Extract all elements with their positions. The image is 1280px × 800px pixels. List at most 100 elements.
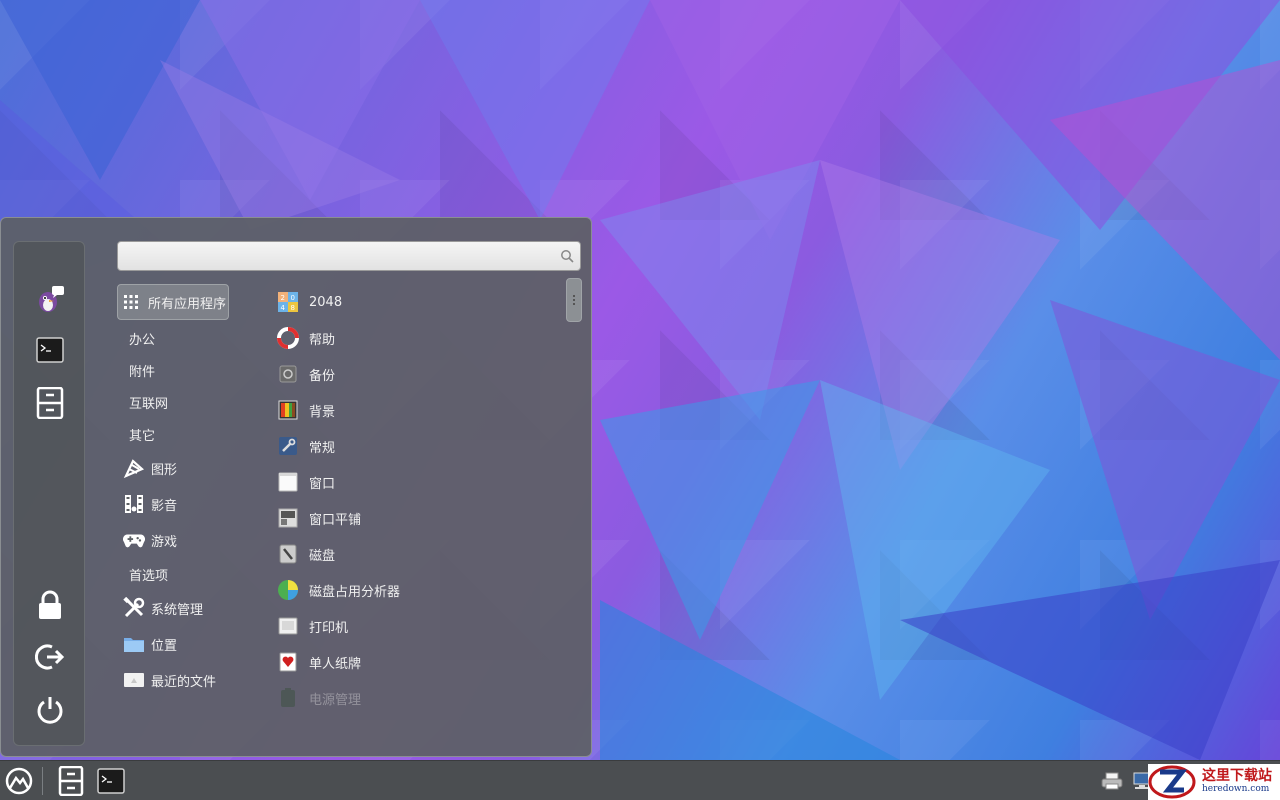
app-label: 备份 <box>309 368 336 384</box>
category-label: 其它 <box>129 428 156 444</box>
app-label: 背景 <box>309 404 336 420</box>
taskbar-terminal-button[interactable] <box>95 765 127 797</box>
application-menu: 所有应用程序 办公 附件 互联网 其它 图形 影音 游戏 首选项 系统管理 位置… <box>0 217 592 757</box>
recent-files-icon <box>123 669 145 691</box>
menu-button[interactable] <box>3 765 35 797</box>
app-list-scrollbar[interactable] <box>566 278 582 322</box>
category-games[interactable]: 游戏 <box>117 522 267 558</box>
printer-icon <box>1101 772 1123 790</box>
application-list: 2 0 4 8 2048 帮助 备份 背景 常规 窗口 窗口平铺 磁盘 磁盘占用… <box>271 284 561 716</box>
graphics-icon <box>123 457 145 479</box>
svg-text:2: 2 <box>281 294 285 302</box>
logout-icon[interactable] <box>32 639 68 675</box>
scrollbar-grip-icon <box>573 295 575 305</box>
app-label: 单人纸牌 <box>309 656 362 672</box>
category-preferences[interactable]: 首选项 <box>117 558 267 590</box>
file-cabinet-icon[interactable] <box>32 385 68 421</box>
watermark-emblem-icon <box>1148 765 1196 799</box>
taskbar-file-manager-button[interactable] <box>55 765 87 797</box>
category-label: 最近的文件 <box>151 674 217 690</box>
app-disks[interactable]: 磁盘 <box>271 536 561 572</box>
category-recent-files[interactable]: 最近的文件 <box>117 662 267 698</box>
app-label: 窗口平铺 <box>309 512 362 528</box>
app-background[interactable]: 背景 <box>271 392 561 428</box>
app-windows[interactable]: 窗口 <box>271 464 561 500</box>
game-2048-icon: 2 0 4 8 <box>277 291 299 313</box>
category-label: 位置 <box>151 638 178 654</box>
window-icon <box>277 471 299 493</box>
app-label: 窗口 <box>309 476 336 492</box>
favorites-sidebar <box>13 241 85 746</box>
category-list: 所有应用程序 办公 附件 互联网 其它 图形 影音 游戏 首选项 系统管理 位置… <box>117 284 267 698</box>
app-2048[interactable]: 2 0 4 8 2048 <box>271 284 561 320</box>
category-label: 系统管理 <box>151 602 204 618</box>
app-power-management[interactable]: 电源管理 <box>271 680 561 716</box>
printer-icon <box>277 615 299 637</box>
category-internet[interactable]: 互联网 <box>117 386 267 418</box>
watermark-subtitle: heredown.com <box>1202 784 1270 794</box>
window-tiling-icon <box>277 507 299 529</box>
svg-text:8: 8 <box>291 304 295 312</box>
watermark-title: 这里下载站 <box>1202 768 1272 784</box>
category-graphics[interactable]: 图形 <box>117 450 267 486</box>
category-places[interactable]: 位置 <box>117 626 267 662</box>
svg-text:0: 0 <box>291 294 295 302</box>
category-office[interactable]: 办公 <box>117 322 267 354</box>
file-cabinet-icon <box>58 766 84 796</box>
grid-icon <box>120 291 142 313</box>
app-label: 磁盘占用分析器 <box>309 584 401 600</box>
search-box[interactable] <box>117 241 581 271</box>
pidgin-icon[interactable] <box>32 280 68 316</box>
power-icon[interactable] <box>32 691 68 727</box>
backup-icon <box>277 363 299 385</box>
menu-icon <box>5 767 33 795</box>
app-label: 打印机 <box>309 620 349 636</box>
search-icon <box>560 248 574 267</box>
watermark-logo: 这里下载站 heredown.com <box>1148 764 1280 800</box>
lifebuoy-icon <box>277 327 299 349</box>
folder-icon <box>123 633 145 655</box>
category-accessories[interactable]: 附件 <box>117 354 267 386</box>
settings-wrench-icon <box>277 435 299 457</box>
terminal-icon <box>97 768 125 794</box>
app-disk-usage-analyzer[interactable]: 磁盘占用分析器 <box>271 572 561 608</box>
film-icon <box>123 493 145 515</box>
wallpaper-icon <box>277 399 299 421</box>
app-label: 磁盘 <box>309 548 336 564</box>
category-label: 办公 <box>129 332 156 348</box>
app-label: 常规 <box>309 440 336 456</box>
category-label: 附件 <box>129 364 156 380</box>
lock-icon[interactable] <box>32 587 68 623</box>
disk-usage-icon <box>277 579 299 601</box>
solitaire-icon <box>277 651 299 673</box>
app-label: 电源管理 <box>309 692 362 708</box>
category-label: 首选项 <box>129 568 169 584</box>
app-help[interactable]: 帮助 <box>271 320 561 356</box>
category-label: 图形 <box>151 462 178 478</box>
category-all-applications[interactable]: 所有应用程序 <box>117 284 229 320</box>
search-input[interactable] <box>118 242 554 270</box>
app-general[interactable]: 常规 <box>271 428 561 464</box>
power-management-icon <box>277 687 299 709</box>
app-solitaire[interactable]: 单人纸牌 <box>271 644 561 680</box>
terminal-icon[interactable] <box>32 332 68 368</box>
app-backup[interactable]: 备份 <box>271 356 561 392</box>
category-administration[interactable]: 系统管理 <box>117 590 267 626</box>
category-label: 互联网 <box>129 396 169 412</box>
category-multimedia[interactable]: 影音 <box>117 486 267 522</box>
category-label: 所有应用程序 <box>148 296 227 312</box>
tools-icon <box>123 597 145 619</box>
disk-icon <box>277 543 299 565</box>
taskbar-separator <box>42 767 43 795</box>
tray-printer-button[interactable] <box>1096 765 1128 797</box>
app-label: 帮助 <box>309 332 336 348</box>
category-label: 影音 <box>151 498 178 514</box>
svg-text:4: 4 <box>281 304 286 312</box>
category-other[interactable]: 其它 <box>117 418 267 450</box>
gamepad-icon <box>123 529 145 551</box>
app-printers[interactable]: 打印机 <box>271 608 561 644</box>
app-window-tiling[interactable]: 窗口平铺 <box>271 500 561 536</box>
taskbar <box>0 760 1280 800</box>
app-label: 2048 <box>309 294 343 310</box>
category-label: 游戏 <box>151 534 178 550</box>
